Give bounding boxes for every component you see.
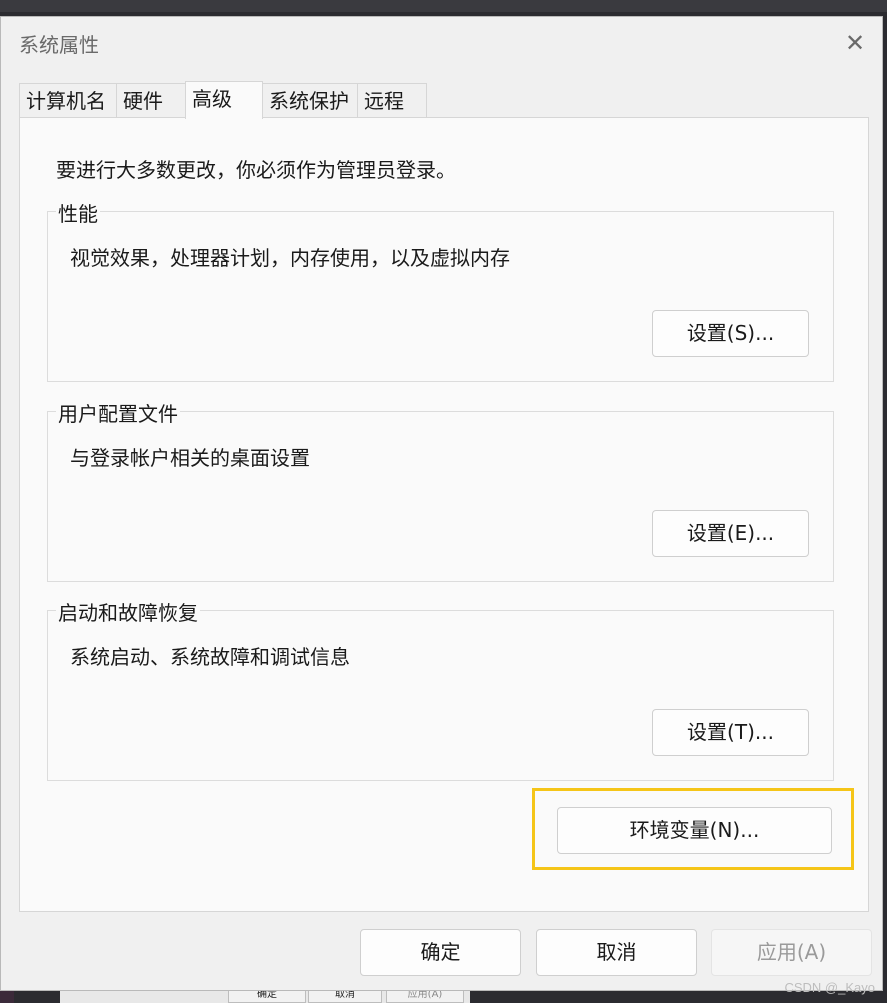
cancel-button[interactable]: 取消 (536, 929, 697, 976)
user-profiles-group-title: 用户配置文件 (56, 398, 180, 427)
watermark: CSDN @_Kayo (784, 980, 875, 995)
startup-recovery-group: 启动和故障恢复 系统启动、系统故障和调试信息 设置(T)... (47, 597, 834, 781)
performance-description: 视觉效果，处理器计划，内存使用，以及虚拟内存 (70, 246, 510, 270)
tab-advanced[interactable]: 高级 (185, 81, 263, 119)
title-bar: 系统属性 ✕ (1, 17, 882, 67)
user-profiles-description: 与登录帐户相关的桌面设置 (70, 446, 310, 470)
desktop-background-bar (0, 0, 887, 12)
tab-computer-name[interactable]: 计算机名 (19, 83, 117, 117)
startup-recovery-group-title: 启动和故障恢复 (56, 597, 200, 626)
tab-hardware[interactable]: 硬件 (116, 83, 186, 117)
performance-settings-button[interactable]: 设置(S)... (652, 310, 809, 357)
window-title: 系统属性 (19, 33, 99, 57)
environment-variables-button[interactable]: 环境变量(N)... (557, 807, 832, 854)
system-properties-dialog: 系统属性 ✕ 计算机名 硬件 高级 系统保护 远程 要进行大多数更改，你必须作为… (0, 16, 883, 991)
startup-recovery-description: 系统启动、系统故障和调试信息 (70, 645, 350, 669)
user-profiles-group: 用户配置文件 与登录帐户相关的桌面设置 设置(E)... (47, 398, 834, 582)
performance-group: 性能 视觉效果，处理器计划，内存使用，以及虚拟内存 设置(S)... (47, 198, 834, 382)
apply-button[interactable]: 应用(A) (711, 929, 872, 976)
tab-remote[interactable]: 远程 (357, 83, 427, 117)
tab-system-protection[interactable]: 系统保护 (262, 83, 358, 117)
close-icon[interactable]: ✕ (842, 30, 868, 56)
performance-group-title: 性能 (56, 198, 100, 227)
startup-recovery-settings-button[interactable]: 设置(T)... (652, 709, 809, 756)
admin-notice: 要进行大多数更改，你必须作为管理员登录。 (56, 158, 456, 182)
user-profiles-settings-button[interactable]: 设置(E)... (652, 510, 809, 557)
advanced-tab-panel: 要进行大多数更改，你必须作为管理员登录。 性能 视觉效果，处理器计划，内存使用，… (19, 117, 869, 912)
ok-button[interactable]: 确定 (360, 929, 521, 976)
